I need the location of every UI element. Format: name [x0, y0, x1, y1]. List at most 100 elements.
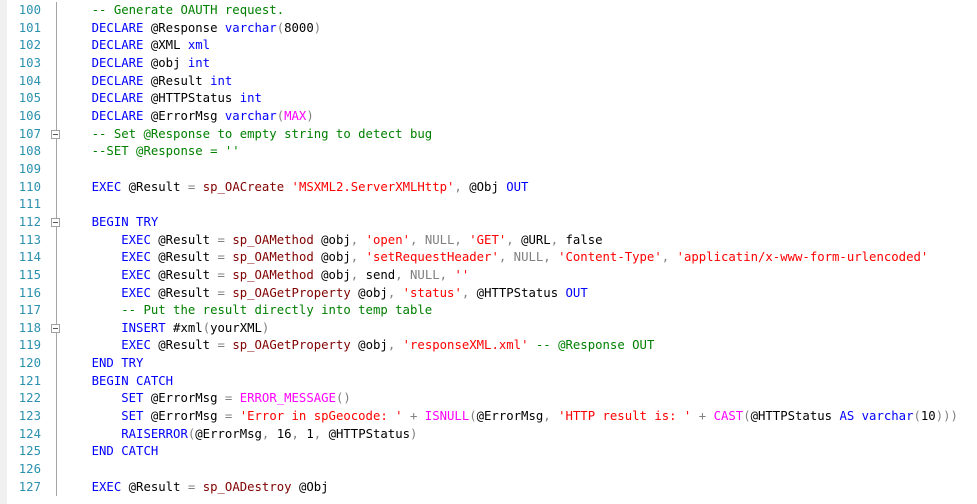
keyword-token: AS	[839, 409, 855, 424]
keyword-token: DECLARE	[91, 73, 144, 88]
operator-token: ,	[550, 232, 559, 247]
string-literal-token: 'open'	[365, 232, 411, 247]
identifier-token: @Result	[150, 267, 218, 282]
keyword-token: varchar	[861, 409, 914, 424]
operator-token: , NULL,	[498, 250, 559, 265]
fold-guide-line	[56, 143, 57, 161]
collapse-minus-icon[interactable]	[51, 323, 60, 333]
keyword-token: DECLARE	[91, 38, 144, 53]
fold-guide-line	[56, 178, 57, 197]
fold-guide-line	[56, 37, 57, 55]
operator-token: (	[202, 320, 211, 335]
keyword-token: EXEC	[121, 250, 151, 265]
identifier-token	[417, 409, 424, 423]
operator-token: ,	[454, 179, 462, 194]
identifier-token	[551, 409, 558, 423]
keyword-token: EXEC	[121, 338, 151, 353]
operator-token: )	[410, 426, 418, 441]
collapse-minus-icon[interactable]	[51, 217, 60, 227]
identifier-token	[62, 233, 121, 247]
identifier-token	[62, 180, 92, 194]
function-name-token: MAX	[284, 108, 307, 123]
keyword-token: int	[239, 91, 262, 106]
operator-token: )	[313, 20, 322, 35]
collapse-minus-icon[interactable]	[51, 129, 60, 139]
fold-guide-line	[56, 249, 57, 267]
identifier-token	[195, 480, 202, 494]
string-literal-token: 'responseXML.xml'	[402, 338, 529, 353]
fold-guide-line	[56, 302, 57, 320]
identifier-token: false	[558, 232, 603, 247]
comment-token: -- Put the result directly into temp tab…	[121, 303, 433, 318]
line-number: 112	[18, 214, 41, 229]
identifier-token: @ErrorMsg	[476, 409, 544, 424]
line-number: 126	[18, 462, 41, 477]
operator-token: ()	[335, 391, 351, 406]
line-number: 105	[18, 91, 41, 106]
identifier-token	[284, 180, 291, 194]
line-number: 119	[18, 338, 41, 353]
identifier-token	[62, 144, 92, 158]
identifier-token: @obj	[350, 285, 388, 300]
system-procedure-token: sp_OAMethod	[232, 267, 314, 282]
operator-token: =	[217, 338, 225, 353]
identifier-token	[195, 180, 202, 194]
comment-token: -- Set @Response to empty string to dete…	[91, 126, 433, 141]
identifier-token: @Result	[121, 479, 188, 494]
keyword-token: EXEC	[121, 232, 151, 247]
line-number: 104	[18, 73, 41, 88]
keyword-token: INSERT	[121, 320, 166, 335]
identifier-token: #xml	[165, 320, 203, 335]
line-number: 102	[18, 38, 41, 53]
line-number: 123	[18, 409, 41, 424]
identifier-token: send	[358, 267, 396, 282]
string-literal-token: 'applicatin/x-www-form-urlencoded'	[676, 250, 929, 265]
identifier-token: @ErrorMsg	[143, 409, 225, 424]
identifier-token: 1	[298, 426, 314, 441]
operator-token: =	[217, 232, 225, 247]
identifier-token	[232, 391, 239, 405]
identifier-token	[403, 409, 410, 423]
line-number: 118	[18, 320, 41, 335]
code-text: EXEC @Result = sp_OACreate 'MSXML2.Serve…	[62, 179, 529, 197]
string-literal-token: 'status'	[402, 285, 462, 300]
line-number: 100	[18, 3, 41, 17]
identifier-token: @obj	[143, 55, 188, 70]
identifier-token	[62, 109, 92, 123]
code-text: DECLARE @Response varchar(8000)	[62, 20, 322, 38]
identifier-token	[232, 409, 239, 423]
fold-guide-line	[56, 266, 57, 285]
code-text: -- Generate OAUTH request.	[62, 2, 285, 20]
keyword-token: DECLARE	[91, 55, 144, 70]
code-text: DECLARE @XML xml	[62, 37, 210, 55]
code-text: EXEC @Result = sp_OAMethod @obj, 'open',…	[62, 232, 603, 250]
keyword-token: OUT	[565, 285, 588, 300]
identifier-token: @Result	[150, 232, 218, 247]
selection-margin	[0, 0, 7, 504]
fold-guide-line	[56, 54, 57, 73]
fold-guide-line	[56, 2, 57, 20]
comment-token: --SET @Response = ''	[91, 144, 240, 159]
identifier-token	[62, 74, 92, 88]
code-text: EXEC @Result = sp_OADestroy @Obj	[62, 479, 329, 497]
operator-token: =	[217, 267, 225, 282]
fold-guide-line	[56, 19, 57, 38]
keyword-token: DECLARE	[91, 91, 144, 106]
fold-guide-line	[56, 390, 57, 409]
identifier-token	[62, 268, 121, 282]
fold-guide-line	[56, 337, 57, 356]
system-procedure-token: sp_OAMethod	[232, 250, 314, 265]
line-number: 103	[18, 55, 41, 70]
identifier-token	[62, 480, 92, 494]
system-procedure-token: sp_OAGetProperty	[232, 338, 351, 353]
operator-token: ,	[543, 409, 551, 424]
identifier-token: @URL	[513, 232, 551, 247]
operator-token: )	[306, 108, 314, 123]
identifier-token	[62, 21, 92, 35]
line-number: 106	[18, 108, 41, 123]
string-literal-token: 'Error in spGeocode: '	[239, 409, 403, 424]
identifier-token	[62, 444, 92, 458]
operator-token: ,	[661, 250, 677, 265]
identifier-token: @HTTPStatus	[143, 91, 240, 106]
identifier-token: @Result	[143, 73, 211, 88]
